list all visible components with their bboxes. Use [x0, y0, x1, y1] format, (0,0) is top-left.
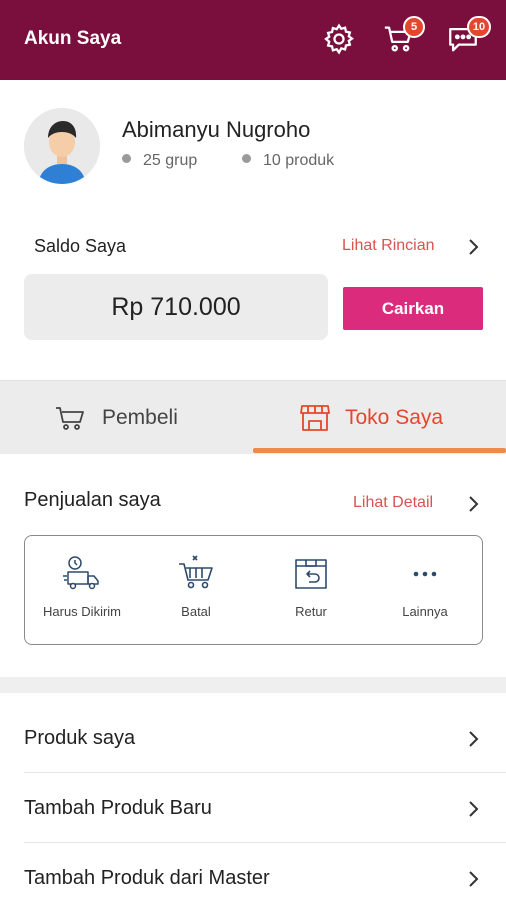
- profile-name: Abimanyu Nugroho: [122, 117, 311, 142]
- sales-item-label: Lainnya: [402, 604, 448, 619]
- tab-label: Toko Saya: [345, 406, 444, 429]
- sales-item-label: Retur: [295, 604, 327, 619]
- sales-item-harus-dikirim[interactable]: Harus Dikirim: [25, 552, 139, 632]
- chevron-right-icon: [466, 799, 480, 819]
- chevron-right-icon[interactable]: [466, 237, 480, 257]
- menu-item-produk-saya[interactable]: Produk saya: [0, 703, 506, 773]
- store-icon: [299, 403, 331, 433]
- sales-status-panel: Harus Dikirim Batal Retur Lainnya: [24, 535, 483, 645]
- gear-icon[interactable]: [322, 22, 356, 56]
- menu-item-tambah-produk-master[interactable]: Tambah Produk dari Master: [0, 843, 506, 900]
- balance-amount: Rp 710.000: [24, 274, 328, 340]
- profile-section: Abimanyu Nugroho 25 grup 10 produk: [0, 80, 506, 200]
- sales-details-link[interactable]: Lihat Detail: [353, 494, 433, 512]
- balance-label: Saldo Saya: [34, 236, 127, 256]
- sales-item-label: Harus Dikirim: [43, 604, 121, 619]
- page-title: Akun Saya: [24, 28, 122, 49]
- chevron-right-icon: [466, 869, 480, 889]
- sales-title: Penjualan saya: [24, 489, 161, 511]
- profile-groups: 25 grup: [122, 152, 197, 170]
- return-box-icon: [291, 554, 331, 592]
- menu-item-label: Tambah Produk Baru: [24, 797, 212, 819]
- cart-outline-icon: [54, 403, 86, 433]
- chevron-right-icon[interactable]: [466, 494, 480, 514]
- chat-count-badge: 10: [467, 16, 491, 38]
- tab-label: Pembeli: [102, 406, 178, 429]
- active-tab-indicator: [253, 448, 506, 453]
- cart-count-badge: 5: [403, 16, 425, 38]
- more-dots-icon: [405, 554, 445, 592]
- bullet-icon: [242, 154, 251, 164]
- menu-item-tambah-produk-baru[interactable]: Tambah Produk Baru: [0, 773, 506, 843]
- menu-item-label: Tambah Produk dari Master: [24, 867, 270, 889]
- sales-item-label: Batal: [181, 604, 211, 619]
- sales-item-retur[interactable]: Retur: [254, 552, 368, 632]
- section-divider: [0, 677, 506, 693]
- app-header: Akun Saya 5 10: [0, 0, 506, 80]
- bullet-icon: [122, 154, 131, 164]
- cancel-cart-icon: [176, 554, 216, 592]
- avatar[interactable]: [24, 108, 100, 184]
- balance-details-link[interactable]: Lihat Rincian: [342, 237, 435, 255]
- account-tabs: Pembeli Toko Saya: [0, 380, 506, 454]
- sales-item-lainnya[interactable]: Lainnya: [368, 552, 482, 632]
- chevron-right-icon: [466, 729, 480, 749]
- menu-item-label: Produk saya: [24, 727, 136, 749]
- sales-item-batal[interactable]: Batal: [139, 552, 253, 632]
- tab-toko-saya[interactable]: Toko Saya: [253, 381, 506, 455]
- profile-products: 10 produk: [242, 152, 334, 170]
- groups-count: 25 grup: [143, 152, 198, 169]
- withdraw-button[interactable]: Cairkan: [343, 287, 483, 330]
- products-count: 10 produk: [263, 152, 335, 169]
- delivery-truck-icon: [62, 554, 102, 592]
- tab-pembeli[interactable]: Pembeli: [0, 381, 253, 455]
